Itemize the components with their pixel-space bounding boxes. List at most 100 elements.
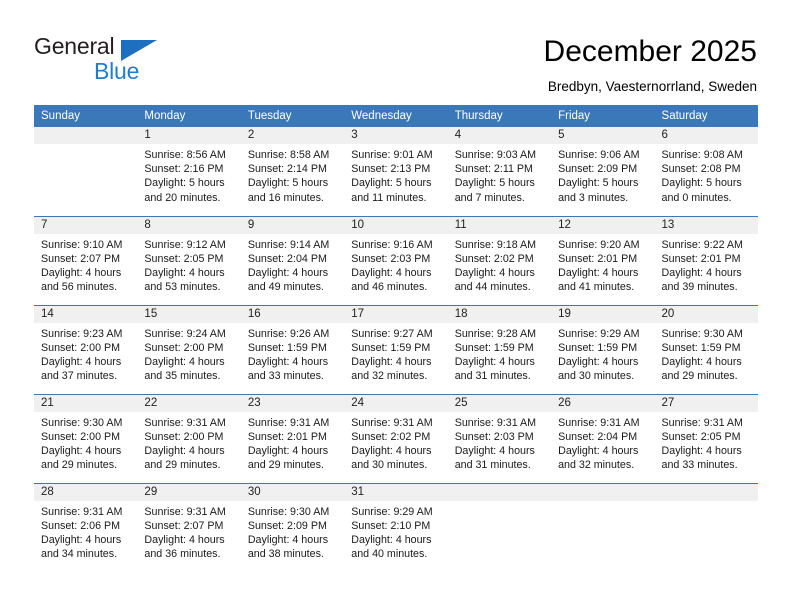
- daylight-duration-line2: and 0 minutes.: [661, 191, 732, 204]
- daylight-duration-line1: Daylight: 4 hours: [247, 266, 329, 279]
- weekday-header-friday: Friday: [551, 105, 655, 127]
- calendar-day-cell[interactable]: 24 Sunrise: 9:31 AM Sunset: 2:02 PM Dayligh…: [344, 393, 448, 483]
- sunset-time: Sunset: 2:14 PM: [247, 163, 327, 176]
- calendar-day-cell[interactable]: 27 Sunrise: 9:31 AM Sunset: 2:05 PM Dayligh…: [654, 393, 758, 483]
- daylight-duration-line1: Daylight: 4 hours: [144, 266, 225, 279]
- daylight-duration-line2: and 33 minutes.: [247, 370, 324, 383]
- sunrise-time: Sunrise: 9:29 AM: [558, 327, 640, 340]
- sunset-time: Sunset: 2:11 PM: [454, 163, 533, 176]
- daylight-duration-line2: and 35 minutes.: [144, 370, 221, 383]
- day-details: Sunrise: 9:31 AM Sunset: 2:04 PM Daylight:…: [551, 412, 654, 473]
- day-details: Sunrise: 9:30 AM Sunset: 2:09 PM Daylight:…: [241, 501, 344, 562]
- sunset-time: Sunset: 1:59 PM: [558, 341, 638, 354]
- day-number: [654, 483, 758, 501]
- calendar-day-cell[interactable]: 31 Sunrise: 9:29 AM Sunset: 2:10 PM Dayligh…: [344, 482, 448, 572]
- daylight-duration-line1: Daylight: 4 hours: [558, 266, 639, 279]
- sunrise-time: Sunrise: 9:31 AM: [144, 416, 226, 429]
- sunrise-time: Sunrise: 9:22 AM: [661, 238, 743, 251]
- calendar-day-cell[interactable]: 1 Sunrise: 8:56 AM Sunset: 2:16 PM Daylight…: [137, 127, 241, 216]
- calendar-day-cell[interactable]: 17 Sunrise: 9:27 AM Sunset: 1:59 PM Dayligh…: [344, 304, 448, 394]
- day-number: [447, 483, 552, 501]
- day-number: 3: [344, 127, 448, 144]
- calendar-day-cell[interactable]: 14 Sunrise: 9:23 AM Sunset: 2:00 PM Dayligh…: [34, 304, 138, 394]
- calendar-day-cell[interactable]: 8 Sunrise: 9:12 AM Sunset: 2:05 PM Daylight…: [137, 215, 241, 305]
- day-details: Sunrise: 9:31 AM Sunset: 2:00 PM Daylight:…: [137, 412, 240, 473]
- calendar-day-cell[interactable]: 11 Sunrise: 9:18 AM Sunset: 2:02 PM Dayligh…: [447, 215, 552, 305]
- sunset-time: Sunset: 2:01 PM: [558, 252, 638, 265]
- calendar-day-cell[interactable]: 18 Sunrise: 9:28 AM Sunset: 1:59 PM Dayligh…: [447, 304, 552, 394]
- day-number: 5: [551, 127, 655, 144]
- calendar-week-row: 1 Sunrise: 8:56 AM Sunset: 2:16 PM Daylight…: [34, 127, 758, 216]
- sunrise-time: Sunrise: 9:12 AM: [144, 238, 226, 251]
- day-details: Sunrise: 9:14 AM Sunset: 2:04 PM Daylight:…: [241, 234, 344, 295]
- general-blue-logo[interactable]: General Blue: [34, 33, 184, 85]
- day-details: Sunrise: 8:58 AM Sunset: 2:14 PM Daylight:…: [241, 144, 344, 205]
- page-subtitle-location: Bredbyn, Vaesternorrland, Sweden: [547, 79, 757, 94]
- daylight-duration-line1: Daylight: 4 hours: [661, 266, 742, 279]
- calendar-day-cell[interactable]: 25 Sunrise: 9:31 AM Sunset: 2:03 PM Dayligh…: [447, 393, 552, 483]
- sunset-time: Sunset: 2:00 PM: [41, 430, 121, 443]
- daylight-duration-line1: Daylight: 4 hours: [41, 444, 122, 457]
- day-details: Sunrise: 9:29 AM Sunset: 2:10 PM Daylight:…: [344, 501, 447, 562]
- day-details: Sunrise: 9:08 AM Sunset: 2:08 PM Daylight:…: [655, 144, 758, 205]
- calendar-day-cell[interactable]: 5 Sunrise: 9:06 AM Sunset: 2:09 PM Daylight…: [551, 127, 655, 216]
- calendar-day-cell[interactable]: 7 Sunrise: 9:10 AM Sunset: 2:07 PM Daylight…: [34, 215, 138, 305]
- daylight-duration-line2: and 41 minutes.: [558, 281, 635, 294]
- calendar-day-cell[interactable]: 29 Sunrise: 9:31 AM Sunset: 2:07 PM Dayligh…: [137, 482, 241, 572]
- daylight-duration-line2: and 30 minutes.: [558, 370, 635, 383]
- calendar-day-cell[interactable]: 4 Sunrise: 9:03 AM Sunset: 2:11 PM Daylight…: [447, 127, 552, 216]
- sunset-time: Sunset: 1:59 PM: [351, 341, 431, 354]
- day-details: Sunrise: 9:03 AM Sunset: 2:11 PM Daylight:…: [448, 144, 551, 205]
- calendar-day-cell[interactable]: 23 Sunrise: 9:31 AM Sunset: 2:01 PM Dayligh…: [240, 393, 345, 483]
- sunset-time: Sunset: 2:02 PM: [454, 252, 534, 265]
- day-number: 16: [240, 305, 345, 323]
- day-number: 25: [447, 394, 552, 412]
- day-number: 10: [344, 216, 448, 234]
- sunset-time: Sunset: 2:07 PM: [144, 519, 224, 532]
- sunset-time: Sunset: 2:06 PM: [41, 519, 121, 532]
- calendar-day-cell[interactable]: 28 Sunrise: 9:31 AM Sunset: 2:06 PM Dayligh…: [34, 482, 138, 572]
- logo-text-blue: Blue: [94, 58, 140, 84]
- calendar-day-cell[interactable]: 21 Sunrise: 9:30 AM Sunset: 2:00 PM Dayligh…: [34, 393, 138, 483]
- day-details: Sunrise: 9:23 AM Sunset: 2:00 PM Daylight:…: [34, 323, 137, 384]
- day-number: 13: [654, 216, 758, 234]
- day-details: Sunrise: 9:31 AM Sunset: 2:07 PM Daylight:…: [137, 501, 240, 562]
- calendar-day-cell[interactable]: 9 Sunrise: 9:14 AM Sunset: 2:04 PM Daylight…: [240, 215, 345, 305]
- calendar-day-cell-empty: [447, 482, 552, 572]
- daylight-duration-line1: Daylight: 4 hours: [558, 355, 639, 368]
- sunset-time: Sunset: 2:09 PM: [558, 163, 638, 176]
- daylight-duration-line2: and 32 minutes.: [351, 370, 428, 383]
- calendar-day-cell[interactable]: 30 Sunrise: 9:30 AM Sunset: 2:09 PM Dayligh…: [240, 482, 345, 572]
- calendar-day-cell[interactable]: 19 Sunrise: 9:29 AM Sunset: 1:59 PM Dayligh…: [551, 304, 655, 394]
- day-number: 24: [344, 394, 448, 412]
- calendar-day-cell[interactable]: 6 Sunrise: 9:08 AM Sunset: 2:08 PM Daylight…: [654, 127, 758, 216]
- sunrise-time: Sunrise: 8:58 AM: [247, 149, 330, 161]
- weekday-header-thursday: Thursday: [447, 105, 552, 127]
- sunset-time: Sunset: 2:01 PM: [661, 252, 741, 265]
- daylight-duration-line1: Daylight: 4 hours: [351, 355, 432, 368]
- day-details: Sunrise: 8:56 AM Sunset: 2:16 PM Daylight:…: [137, 144, 240, 205]
- day-number: [34, 127, 138, 144]
- daylight-duration-line2: and 32 minutes.: [558, 459, 635, 472]
- calendar-day-cell[interactable]: 20 Sunrise: 9:30 AM Sunset: 1:59 PM Dayligh…: [654, 304, 758, 394]
- calendar-day-cell[interactable]: 3 Sunrise: 9:01 AM Sunset: 2:13 PM Daylight…: [344, 127, 448, 216]
- calendar-header-row: Sunday Monday Tuesday Wednesday Thursday…: [34, 105, 758, 127]
- calendar-day-cell[interactable]: 26 Sunrise: 9:31 AM Sunset: 2:04 PM Dayligh…: [551, 393, 655, 483]
- calendar-day-cell[interactable]: 12 Sunrise: 9:20 AM Sunset: 2:01 PM Dayligh…: [551, 215, 655, 305]
- sunset-time: Sunset: 2:00 PM: [144, 430, 224, 443]
- sunset-time: Sunset: 2:02 PM: [351, 430, 431, 443]
- calendar-day-cell[interactable]: 2 Sunrise: 8:58 AM Sunset: 2:14 PM Daylight…: [240, 127, 345, 216]
- sunset-time: Sunset: 2:05 PM: [144, 252, 224, 265]
- calendar-day-cell[interactable]: 15 Sunrise: 9:24 AM Sunset: 2:00 PM Dayligh…: [137, 304, 241, 394]
- calendar-day-cell[interactable]: 10 Sunrise: 9:16 AM Sunset: 2:03 PM Dayligh…: [344, 215, 448, 305]
- daylight-duration-line2: and 20 minutes.: [144, 191, 221, 204]
- calendar-day-cell[interactable]: 16 Sunrise: 9:26 AM Sunset: 1:59 PM Dayligh…: [240, 304, 345, 394]
- sunset-time: Sunset: 2:08 PM: [661, 163, 741, 176]
- day-number: 19: [551, 305, 655, 323]
- calendar-day-cell[interactable]: 22 Sunrise: 9:31 AM Sunset: 2:00 PM Dayligh…: [137, 393, 241, 483]
- calendar-page: General Blue December 2025 Bredbyn, Vaes…: [0, 0, 792, 612]
- sunset-time: Sunset: 1:59 PM: [661, 341, 741, 354]
- sunrise-time: Sunrise: 9:18 AM: [454, 238, 537, 251]
- daylight-duration-line1: Daylight: 5 hours: [454, 177, 535, 190]
- calendar-day-cell[interactable]: 13 Sunrise: 9:22 AM Sunset: 2:01 PM Dayligh…: [654, 215, 758, 305]
